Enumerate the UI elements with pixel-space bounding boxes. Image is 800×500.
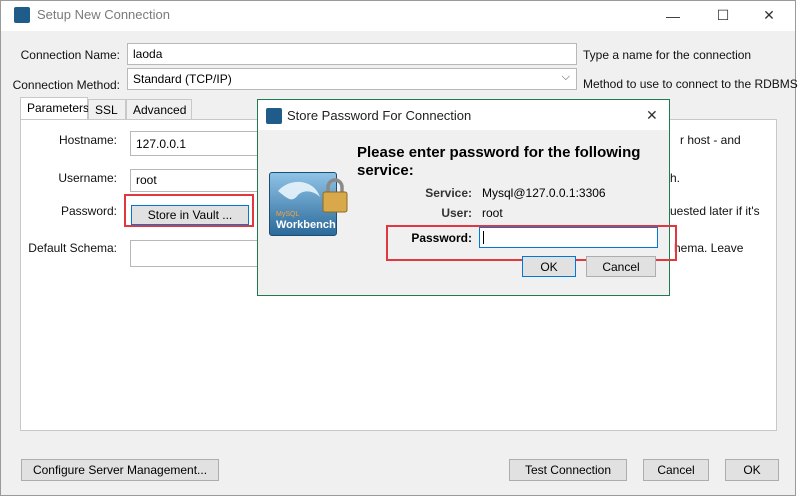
tab-ssl[interactable]: SSL [88,99,126,119]
connection-name-label: Connection Name: [20,48,120,62]
dialog-title: Store Password For Connection [287,108,472,123]
username-label: Username: [58,171,117,185]
service-value: Mysql@127.0.0.1:3306 [482,186,606,200]
footer-ok-button[interactable]: OK [725,459,779,481]
connection-method-select[interactable]: Standard (TCP/IP) ⌵ [127,68,577,90]
mysql-workbench-icon [14,7,30,23]
dialog-close-button[interactable]: ✕ [646,107,658,124]
username-input[interactable]: root [130,169,258,192]
user-value: root [482,206,503,220]
hostname-label: Hostname: [58,133,117,147]
username-hint: h. [670,171,681,185]
lock-icon [320,178,350,214]
tab-parameters[interactable]: Parameters [20,97,89,120]
connection-name-hint: Type a name for the connection [583,48,752,62]
user-label: User: [441,206,472,220]
connection-name-input[interactable]: laoda [127,43,577,65]
close-button[interactable]: ✕ [746,1,792,30]
text-cursor [483,231,484,244]
window-title: Setup New Connection [37,7,170,22]
logo-workbench-text: Workbench [276,219,336,231]
minimize-button[interactable]: — [650,1,696,30]
dialog-ok-button[interactable]: OK [522,256,576,277]
test-connection-button[interactable]: Test Connection [509,459,627,481]
dialog-password-input[interactable] [479,227,658,248]
password-label: Password: [60,204,117,218]
chevron-down-icon: ⌵ [561,71,570,83]
store-in-vault-button[interactable]: Store in Vault ... [131,205,249,225]
connection-method-hint: Method to use to connect to the RDBMS [583,77,798,91]
dialog-heading: Please enter password for the following … [357,144,641,179]
hostname-input[interactable]: 127.0.0.1 [130,131,258,156]
dialog-cancel-button[interactable]: Cancel [586,256,656,277]
default-schema-hint: hema. Leave [674,241,744,255]
footer-cancel-button[interactable]: Cancel [643,459,709,481]
logo-mysql-text: MySQL [276,211,300,218]
configure-server-button[interactable]: Configure Server Management... [21,459,219,481]
password-hint: uested later if it's [670,204,760,218]
mysql-workbench-icon [266,108,282,124]
service-label: Service: [425,186,472,200]
connection-method-value: Standard (TCP/IP) [133,72,232,86]
connection-method-label: Connection Method: [12,78,120,92]
hostname-hint: r host - and [680,133,741,147]
dialog-password-label: Password: [411,231,472,245]
default-schema-label: Default Schema: [28,241,117,255]
tab-advanced[interactable]: Advanced [126,99,192,119]
maximize-button[interactable]: ☐ [700,1,746,30]
default-schema-input[interactable] [130,240,258,267]
